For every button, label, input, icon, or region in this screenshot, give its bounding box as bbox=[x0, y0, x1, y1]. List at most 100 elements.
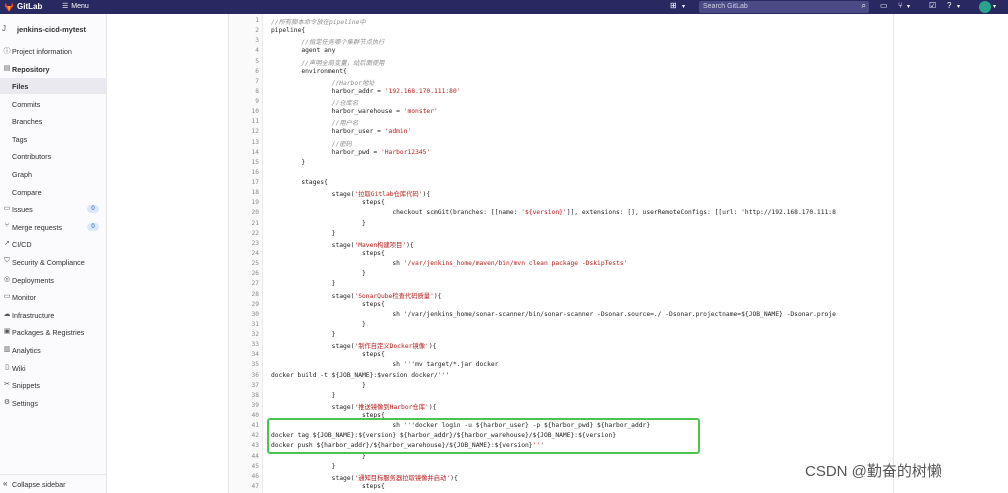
sidebar-item-settings[interactable]: ⚙ Settings bbox=[0, 395, 107, 411]
line-number[interactable]: 20 bbox=[252, 209, 259, 216]
highlight-box bbox=[267, 418, 700, 454]
line-number[interactable]: 37 bbox=[252, 382, 259, 389]
line-number[interactable]: 41 bbox=[252, 422, 259, 429]
code-line: harbor_warehouse = 'monster' bbox=[271, 108, 438, 116]
line-number[interactable]: 13 bbox=[252, 139, 259, 146]
line-number[interactable]: 45 bbox=[252, 463, 259, 470]
line-number[interactable]: 18 bbox=[252, 189, 259, 196]
gitlab-logo-icon[interactable] bbox=[4, 2, 14, 12]
sidebar-item-label: Repository bbox=[12, 65, 50, 74]
line-number[interactable]: 4 bbox=[255, 47, 259, 54]
code-line: } bbox=[271, 320, 366, 328]
line-number[interactable]: 5 bbox=[255, 58, 259, 65]
code-line: } bbox=[271, 219, 366, 227]
line-number[interactable]: 33 bbox=[252, 341, 259, 348]
help-icon[interactable]: ? bbox=[947, 1, 951, 10]
line-number[interactable]: 25 bbox=[252, 260, 259, 267]
line-number[interactable]: 40 bbox=[252, 412, 259, 419]
line-number[interactable]: 11 bbox=[252, 118, 259, 125]
sidebar-item-compare[interactable]: Compare bbox=[0, 184, 107, 200]
new-item-icon[interactable]: ⊞ bbox=[670, 1, 677, 10]
sidebar-item-files[interactable]: Files bbox=[0, 78, 107, 94]
line-number[interactable]: 29 bbox=[252, 301, 259, 308]
sidebar-item-label: CI/CD bbox=[12, 240, 32, 249]
code-line: //指定任务哪个集群节点执行 bbox=[271, 39, 385, 47]
todo-icon[interactable]: ☑ bbox=[929, 1, 936, 10]
line-number[interactable]: 39 bbox=[252, 402, 259, 409]
sidebar-item-deployments[interactable]: ◎ Deployments bbox=[0, 272, 107, 288]
chevron-down-icon[interactable]: ▾ bbox=[907, 3, 910, 10]
sidebar-item-repository[interactable]: ▤ Repository bbox=[0, 61, 107, 77]
line-number[interactable]: 46 bbox=[252, 473, 259, 480]
line-number[interactable]: 31 bbox=[252, 321, 259, 328]
sidebar-item-security-compliance[interactable]: ⛉ Security & Compliance bbox=[0, 254, 107, 270]
merge-request-icon[interactable]: ⑂ bbox=[898, 1, 903, 10]
collapse-sidebar-button[interactable]: « Collapse sidebar bbox=[0, 474, 107, 490]
line-number[interactable]: 32 bbox=[252, 331, 259, 338]
project-header[interactable]: J jenkins-cicd-mytest bbox=[0, 22, 107, 36]
line-number[interactable]: 42 bbox=[252, 432, 259, 439]
sidebar-item-project-information[interactable]: ⓘ Project information bbox=[0, 43, 107, 59]
chevron-down-icon[interactable]: ▾ bbox=[682, 3, 685, 10]
sidebar-item-branches[interactable]: Branches bbox=[0, 113, 107, 129]
line-number[interactable]: 47 bbox=[252, 483, 259, 490]
line-number[interactable]: 8 bbox=[255, 88, 259, 95]
code-line: } bbox=[271, 229, 336, 237]
sidebar-item-tags[interactable]: Tags bbox=[0, 131, 107, 147]
line-number[interactable]: 17 bbox=[252, 179, 259, 186]
line-number[interactable]: 26 bbox=[252, 270, 259, 277]
sidebar-item-infrastructure[interactable]: ☁ Infrastructure bbox=[0, 307, 107, 323]
code-line: environment{ bbox=[271, 67, 347, 75]
brand-name[interactable]: GitLab bbox=[17, 2, 42, 11]
line-number[interactable]: 35 bbox=[252, 361, 259, 368]
code-line: sh '''mv target/*.jar docker bbox=[271, 361, 499, 369]
line-number[interactable]: 9 bbox=[255, 98, 259, 105]
line-number[interactable]: 19 bbox=[252, 199, 259, 206]
merge-request-icon: ⑂ bbox=[4, 222, 10, 229]
sidebar-item-packages-registries[interactable]: ▣ Packages & Registries bbox=[0, 324, 107, 340]
sidebar-item-merge-requests[interactable]: ⑂ Merge requests 0 bbox=[0, 219, 107, 235]
issues-icon[interactable]: ▭ bbox=[880, 1, 888, 10]
line-number[interactable]: 6 bbox=[255, 68, 259, 75]
line-number[interactable]: 44 bbox=[252, 453, 259, 460]
sidebar-item-graph[interactable]: Graph bbox=[0, 166, 107, 182]
sidebar-item-label: Merge requests bbox=[12, 223, 62, 232]
line-number[interactable]: 15 bbox=[252, 159, 259, 166]
line-number[interactable]: 22 bbox=[252, 230, 259, 237]
sidebar-item-contributors[interactable]: Contributors bbox=[0, 148, 107, 164]
chevron-down-icon[interactable]: ▾ bbox=[957, 3, 960, 10]
sidebar-item-monitor[interactable]: ▭ Monitor bbox=[0, 289, 107, 305]
sidebar-item-issues[interactable]: ▭ Issues 0 bbox=[0, 201, 107, 217]
menu-button[interactable]: ☰ Menu bbox=[62, 2, 89, 10]
code-line: steps{ bbox=[271, 249, 385, 257]
line-number[interactable]: 16 bbox=[252, 169, 259, 176]
line-number[interactable]: 43 bbox=[252, 442, 259, 449]
line-number[interactable]: 1 bbox=[255, 17, 259, 24]
line-number[interactable]: 23 bbox=[252, 240, 259, 247]
line-number[interactable]: 28 bbox=[252, 291, 259, 298]
sidebar-item-snippets[interactable]: ✂ Snippets bbox=[0, 377, 107, 393]
chevron-down-icon[interactable]: ▾ bbox=[993, 3, 996, 10]
line-number[interactable]: 34 bbox=[252, 351, 259, 358]
line-number[interactable]: 12 bbox=[252, 128, 259, 135]
line-number[interactable]: 14 bbox=[252, 149, 259, 156]
line-number[interactable]: 7 bbox=[255, 78, 259, 85]
code-line: //仓库名 bbox=[271, 100, 359, 108]
line-number[interactable]: 21 bbox=[252, 220, 259, 227]
line-number[interactable]: 38 bbox=[252, 392, 259, 399]
line-number[interactable]: 36 bbox=[252, 372, 259, 379]
sidebar-item-label: Branches bbox=[12, 117, 43, 126]
user-avatar[interactable] bbox=[979, 1, 991, 13]
line-number[interactable]: 24 bbox=[252, 250, 259, 257]
line-number[interactable]: 27 bbox=[252, 280, 259, 287]
sidebar-item-commits[interactable]: Commits bbox=[0, 96, 107, 112]
sidebar-item-ci-cd[interactable]: ➚ CI/CD bbox=[0, 236, 107, 252]
line-number[interactable]: 10 bbox=[252, 108, 259, 115]
line-number[interactable]: 3 bbox=[255, 37, 259, 44]
line-number[interactable]: 30 bbox=[252, 311, 259, 318]
search-input[interactable]: Search GitLab ⌕ bbox=[699, 1, 869, 13]
code-line: stages{ bbox=[271, 179, 328, 187]
sidebar-item-analytics[interactable]: ▥ Analytics bbox=[0, 342, 107, 358]
sidebar-item-wiki[interactable]: ▯ Wiki bbox=[0, 360, 107, 376]
line-number[interactable]: 2 bbox=[255, 27, 259, 34]
